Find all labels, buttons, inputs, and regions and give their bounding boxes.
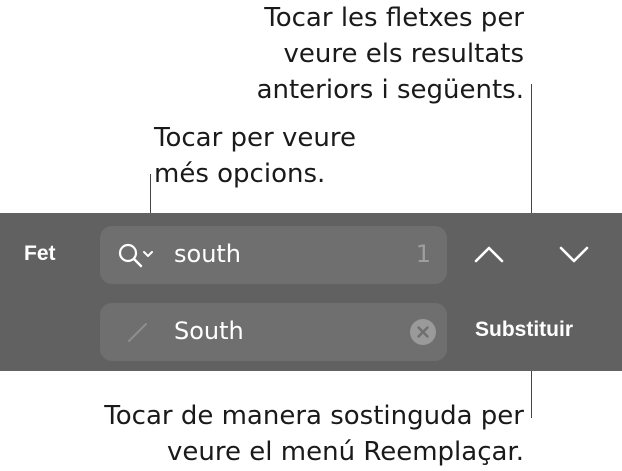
callout-line: més opcions.	[154, 159, 326, 189]
chevron-up-icon[interactable]	[472, 237, 506, 276]
callout-line: Tocar per veure	[154, 123, 356, 153]
match-count: 1	[415, 240, 431, 268]
replace-button[interactable]: Substituir	[475, 318, 573, 342]
done-button[interactable]: Fet	[24, 242, 56, 266]
search-field[interactable]: south 1	[100, 226, 447, 284]
search-options-icon[interactable]	[116, 241, 160, 274]
callout-line: Tocar de manera sostinguda per	[104, 401, 524, 431]
callout-line: veure els resultats	[283, 39, 525, 69]
find-replace-toolbar: Fet south 1 South Substituir	[0, 213, 622, 371]
replace-field[interactable]: South	[100, 303, 447, 361]
callout-arrows-text: Tocar les fletxes per veure els resultat…	[257, 0, 524, 108]
callout-line: anteriors i següents.	[256, 75, 524, 105]
leader-line-arrows	[531, 84, 532, 228]
clear-icon[interactable]	[409, 318, 437, 351]
search-input[interactable]: south	[174, 240, 241, 268]
callout-line: veure el menú Reemplaçar.	[167, 437, 524, 467]
callout-replace-text: Tocar de manera sostinguda per veure el …	[104, 398, 524, 470]
callout-options-text: Tocar per veure més opcions.	[154, 120, 356, 192]
pencil-icon	[126, 320, 150, 349]
replace-input[interactable]: South	[174, 317, 244, 345]
chevron-down-icon[interactable]	[557, 237, 591, 276]
callout-line: Tocar les fletxes per	[264, 3, 524, 33]
